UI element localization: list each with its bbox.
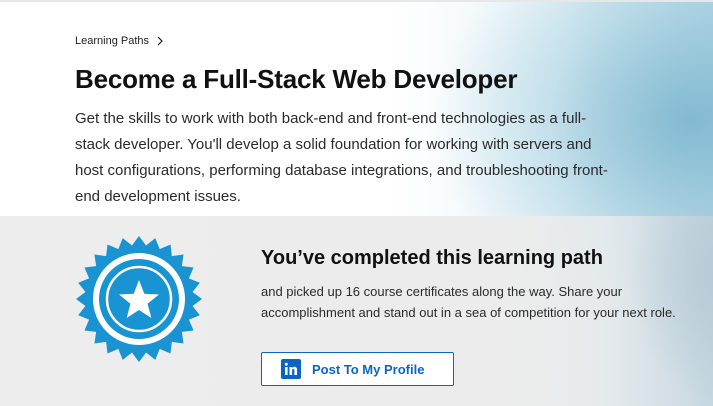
post-to-profile-label: Post To My Profile	[312, 361, 425, 377]
completion-panel: You’ve completed this learning path and …	[0, 216, 713, 406]
chevron-right-icon	[157, 36, 163, 46]
completion-message: and picked up 16 course certificates alo…	[261, 284, 676, 320]
page-title: Become a Full-Stack Web Developer	[75, 64, 518, 94]
star-badge-icon	[76, 236, 202, 362]
learning-path-header: Learning Paths Become a Full-Stack Web D…	[0, 0, 713, 216]
breadcrumb-learning-paths-link[interactable]: Learning Paths	[75, 35, 149, 47]
completion-title: You’ve completed this learning path	[261, 247, 603, 269]
path-description: Get the skills to work with both back-en…	[75, 110, 608, 205]
page: Learning Paths Become a Full-Stack Web D…	[0, 0, 713, 406]
linkedin-icon	[281, 359, 301, 379]
post-to-profile-button[interactable]: Post To My Profile	[261, 352, 454, 386]
breadcrumb: Learning Paths	[75, 35, 165, 47]
